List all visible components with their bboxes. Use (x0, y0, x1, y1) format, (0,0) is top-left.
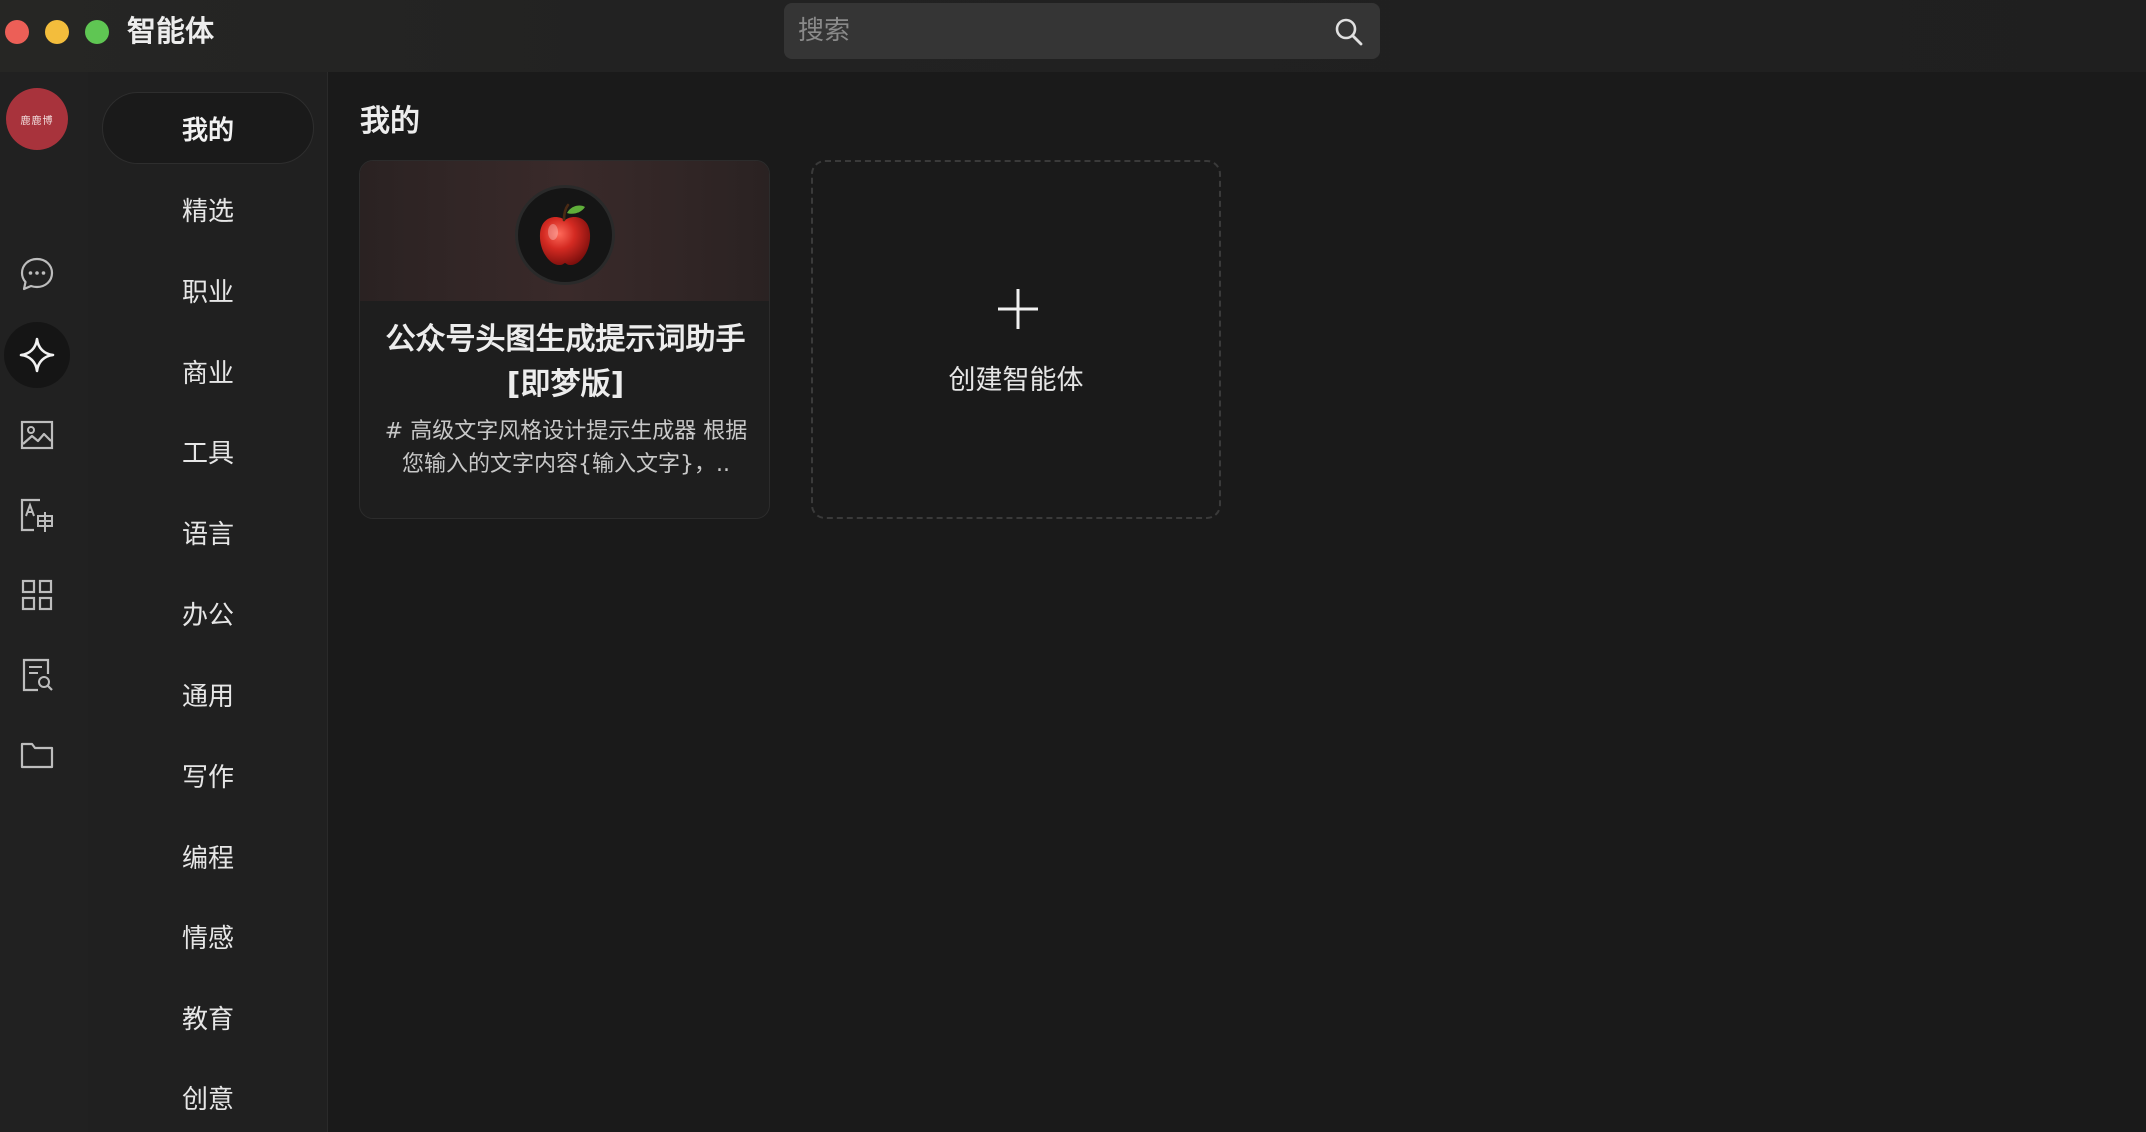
create-agent-card[interactable]: 创建智能体 (811, 160, 1221, 519)
icon-rail: 鹿鹿博 (0, 72, 88, 1132)
category-emotion[interactable]: 情感 (102, 900, 314, 972)
agent-avatar (515, 185, 615, 285)
agent-card[interactable]: 公众号头图生成提示词助手[即梦版] # 高级文字风格设计提示生成器 根据您输入的… (359, 160, 770, 519)
avatar-text: 鹿鹿博 (20, 115, 54, 127)
category-featured[interactable]: 精选 (102, 173, 314, 245)
close-window-button[interactable] (5, 20, 29, 44)
category-business[interactable]: 商业 (102, 335, 314, 407)
grid-icon (21, 579, 53, 611)
plus-icon (998, 289, 1038, 329)
category-programming[interactable]: 编程 (102, 820, 314, 892)
minimize-window-button[interactable] (45, 20, 69, 44)
search-box[interactable] (784, 3, 1380, 59)
rail-item-files[interactable] (4, 722, 70, 788)
category-general[interactable]: 通用 (102, 658, 314, 730)
category-education[interactable]: 教育 (102, 981, 314, 1053)
folder-icon (20, 742, 54, 769)
chat-bubble-icon (20, 257, 54, 291)
apple-icon (539, 203, 591, 266)
rail-item-agents[interactable] (4, 322, 70, 388)
create-agent-label: 创建智能体 (948, 365, 1084, 396)
page-title: 我的 (360, 104, 420, 139)
rail-item-apps[interactable] (4, 562, 70, 628)
category-office[interactable]: 办公 (102, 577, 314, 649)
image-icon (20, 420, 54, 450)
app-title: 智能体 (127, 14, 215, 48)
avatar[interactable]: 鹿鹿博 (6, 88, 68, 150)
category-career[interactable]: 职业 (102, 254, 314, 326)
agent-name: 公众号头图生成提示词助手[即梦版] (385, 322, 746, 402)
category-creative[interactable]: 创意 (102, 1061, 314, 1132)
sparkle-icon (19, 337, 55, 373)
search-input[interactable] (798, 11, 1298, 51)
rail-item-document-search[interactable] (4, 642, 70, 708)
rail-item-chat[interactable] (4, 241, 70, 307)
agent-description: # 高级文字风格设计提示生成器 根据您输入的文字内容{输入文字}，.. (384, 419, 748, 477)
category-language[interactable]: 语言 (102, 496, 314, 568)
category-my[interactable]: 我的 (102, 92, 314, 164)
category-sidebar: 我的 精选 职业 商业 工具 语言 办公 通用 写作 编程 情感 教育 创意 (88, 72, 328, 1132)
title-bar: 智能体 (0, 0, 2146, 72)
app-window: 智能体 鹿鹿博 (0, 0, 2146, 1132)
rail-item-image[interactable] (4, 402, 70, 468)
rail-item-translate[interactable] (4, 482, 70, 548)
translate-icon (20, 498, 53, 532)
category-tools[interactable]: 工具 (102, 415, 314, 487)
category-writing[interactable]: 写作 (102, 739, 314, 811)
zoom-window-button[interactable] (85, 20, 109, 44)
search-icon[interactable] (1334, 17, 1364, 47)
document-search-icon (22, 658, 53, 692)
